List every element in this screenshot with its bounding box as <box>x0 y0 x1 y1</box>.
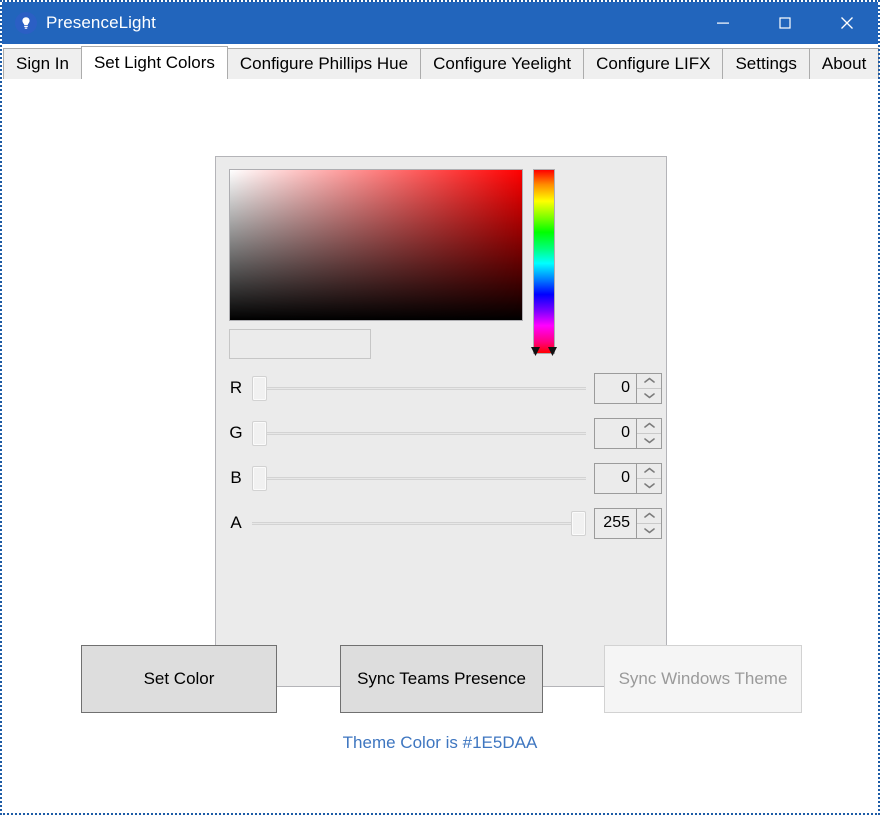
window-title: PresenceLight <box>46 13 156 32</box>
channel-label-b: B <box>230 468 242 487</box>
tab-configure-phillips-hue[interactable]: Configure Phillips Hue <box>226 48 422 79</box>
title-bar[interactable]: PresenceLight <box>2 2 878 44</box>
maximize-icon[interactable] <box>754 2 816 44</box>
application-window: PresenceLight Sign In Set Light Colors C… <box>0 0 880 815</box>
slider-track <box>252 522 586 525</box>
channel-spinner-r[interactable]: 0 <box>594 372 662 404</box>
slider-thumb-a[interactable] <box>571 511 586 536</box>
tab-sign-in[interactable]: Sign In <box>3 48 82 79</box>
tab-configure-yeelight[interactable]: Configure Yeelight <box>420 48 585 79</box>
tab-settings[interactable]: Settings <box>722 48 810 79</box>
spinner-down-icon[interactable] <box>637 477 661 493</box>
channel-slider-a[interactable] <box>252 508 586 538</box>
channel-label-a: A <box>230 513 242 532</box>
channel-row-r: R 0 <box>224 372 662 404</box>
slider-track <box>252 432 586 435</box>
channel-slider-b[interactable] <box>252 463 586 493</box>
slider-track <box>252 477 586 480</box>
channel-label-g: G <box>229 423 243 442</box>
lightbulb-icon <box>15 12 37 34</box>
spinner-up-icon[interactable] <box>637 463 661 478</box>
channel-value-r: 0 <box>621 379 630 396</box>
tab-configure-lifx[interactable]: Configure LIFX <box>583 48 724 79</box>
slider-thumb-g[interactable] <box>252 421 267 446</box>
slider-track <box>252 387 586 390</box>
spinner-arrows <box>636 373 661 403</box>
channel-label-r: R <box>229 378 243 397</box>
channel-slider-g[interactable] <box>252 418 586 448</box>
window-controls <box>692 2 878 44</box>
spinner-up-icon[interactable] <box>637 508 661 523</box>
set-color-button[interactable]: Set Color <box>81 645 277 713</box>
spinner-arrows <box>636 418 661 448</box>
tab-about[interactable]: About <box>808 48 880 79</box>
channel-value-a: 255 <box>603 514 630 531</box>
spinner-up-icon[interactable] <box>637 373 661 388</box>
channel-row-g: G 0 <box>224 417 662 449</box>
channel-spinner-g[interactable]: 0 <box>594 417 662 449</box>
theme-color-status: Theme Color is #1E5DAA <box>342 733 538 752</box>
spinner-down-icon[interactable] <box>637 522 661 538</box>
channel-spinner-a[interactable]: 255 <box>594 507 662 539</box>
sync-windows-theme-button: Sync Windows Theme <box>604 645 802 713</box>
slider-thumb-r[interactable] <box>252 376 267 401</box>
minimize-icon[interactable] <box>692 2 754 44</box>
hex-color-input[interactable] <box>229 329 371 359</box>
spinner-arrows <box>636 508 661 538</box>
tab-strip: Sign In Set Light Colors Configure Phill… <box>3 46 880 80</box>
color-picker-panel: R 0 G 0 B 0 A 255 <box>215 156 667 687</box>
channel-spinner-b[interactable]: 0 <box>594 462 662 494</box>
channel-value-b: 0 <box>621 469 630 486</box>
spinner-down-icon[interactable] <box>637 432 661 448</box>
slider-thumb-b[interactable] <box>252 466 267 491</box>
channel-row-b: B 0 <box>224 462 662 494</box>
tab-set-light-colors[interactable]: Set Light Colors <box>80 46 228 79</box>
spinner-arrows <box>636 463 661 493</box>
hue-slider[interactable] <box>533 169 555 354</box>
channel-row-a: A 255 <box>224 507 662 539</box>
sync-teams-presence-button[interactable]: Sync Teams Presence <box>340 645 543 713</box>
channel-slider-r[interactable] <box>252 373 586 403</box>
spinner-down-icon[interactable] <box>637 387 661 403</box>
tab-content-set-light-colors: R 0 G 0 B 0 A 255 Set Color Sync Teams P… <box>3 79 877 812</box>
spinner-up-icon[interactable] <box>637 418 661 433</box>
saturation-value-gradient[interactable] <box>229 169 523 321</box>
channel-value-g: 0 <box>621 424 630 441</box>
close-icon[interactable] <box>816 2 878 44</box>
